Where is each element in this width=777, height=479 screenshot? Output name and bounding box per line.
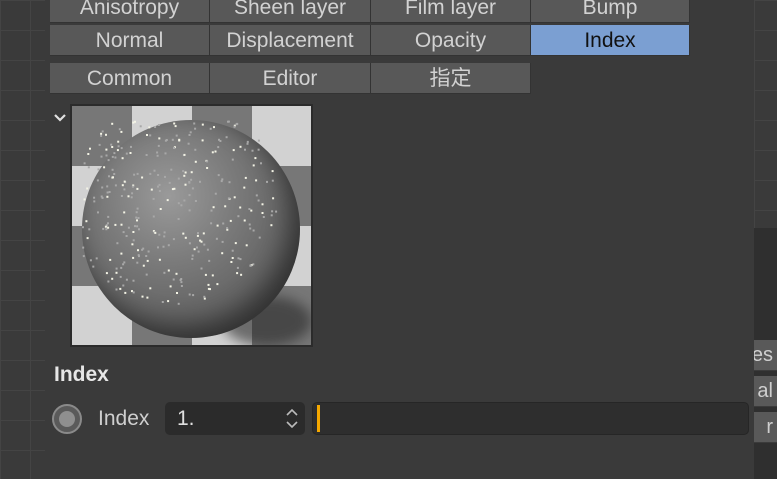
sparkle-texture bbox=[82, 120, 278, 305]
side-cell-label: al bbox=[757, 380, 773, 402]
tab-bump[interactable]: Bump bbox=[531, 0, 690, 23]
slider-handle[interactable] bbox=[317, 405, 320, 432]
side-cell-label: r bbox=[766, 416, 773, 438]
index-value: 1. bbox=[177, 407, 195, 430]
preview-sphere bbox=[82, 120, 300, 338]
tab-assign[interactable]: 指定 bbox=[371, 63, 531, 94]
tab-anisotropy[interactable]: Anisotropy bbox=[50, 0, 210, 23]
tab-normal[interactable]: Normal bbox=[50, 25, 210, 56]
tab-opacity[interactable]: Opacity bbox=[371, 25, 531, 56]
index-label: Index bbox=[98, 407, 150, 430]
side-cell-0[interactable]: es bbox=[754, 340, 777, 371]
section-title: Index bbox=[54, 363, 109, 386]
index-value-input[interactable]: 1. bbox=[165, 402, 305, 435]
side-cell-1[interactable]: al bbox=[754, 376, 777, 407]
tab-sheen-layer[interactable]: Sheen layer bbox=[210, 0, 371, 23]
tab-editor[interactable]: Editor bbox=[210, 63, 371, 94]
tab-displacement[interactable]: Displacement bbox=[210, 25, 371, 56]
side-cell-label: es bbox=[754, 344, 773, 366]
radio-icon[interactable] bbox=[52, 404, 82, 434]
tab-index[interactable]: Index bbox=[531, 25, 690, 56]
tab-common[interactable]: Common bbox=[50, 63, 210, 94]
side-cell-2[interactable]: r bbox=[754, 412, 777, 443]
material-preview[interactable] bbox=[70, 104, 313, 347]
tab-film-layer[interactable]: Film layer bbox=[371, 0, 531, 23]
stepper-arrows-icon[interactable] bbox=[285, 406, 299, 431]
viewport-background-left bbox=[0, 0, 45, 479]
index-slider[interactable] bbox=[312, 402, 749, 435]
chevron-down-icon[interactable] bbox=[52, 110, 68, 126]
